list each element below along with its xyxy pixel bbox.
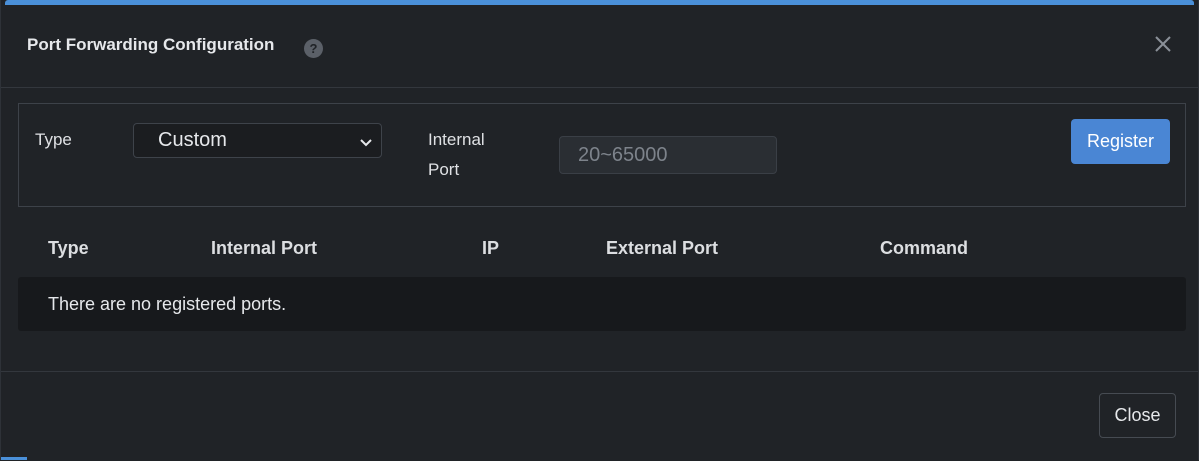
column-header-ip: IP — [482, 238, 500, 258]
internal-port-label-line2: Port — [428, 160, 460, 179]
type-select[interactable]: Custom — [133, 123, 382, 158]
column-header-command: Command — [880, 238, 969, 258]
question-circle-icon[interactable]: ? — [304, 39, 323, 58]
close-icon[interactable] — [1154, 35, 1172, 53]
close-button[interactable]: Close — [1099, 393, 1176, 438]
column-header-type: Type — [48, 238, 89, 258]
type-select-value: Custom — [158, 129, 227, 151]
empty-message: There are no registered ports. — [48, 294, 287, 314]
internal-port-input[interactable] — [559, 136, 777, 174]
table-empty-row: There are no registered ports. — [18, 277, 1186, 331]
column-header-external-port: External Port — [606, 238, 719, 258]
dialog-header: Port Forwarding Configuration ? — [1, 5, 1198, 88]
chevron-down-icon — [359, 135, 373, 147]
column-header-internal-port: Internal Port — [211, 238, 318, 258]
dialog-footer: Close — [1, 371, 1198, 461]
dialog-title: Port Forwarding Configuration — [27, 35, 275, 54]
register-button[interactable]: Register — [1071, 119, 1170, 164]
port-forwarding-dialog: Port Forwarding Configuration ? Type Cus… — [0, 0, 1199, 460]
type-label: Type — [35, 130, 72, 149]
register-form: Type Custom Internal Port Register — [18, 103, 1186, 207]
internal-port-label-line1: Internal — [428, 130, 485, 149]
